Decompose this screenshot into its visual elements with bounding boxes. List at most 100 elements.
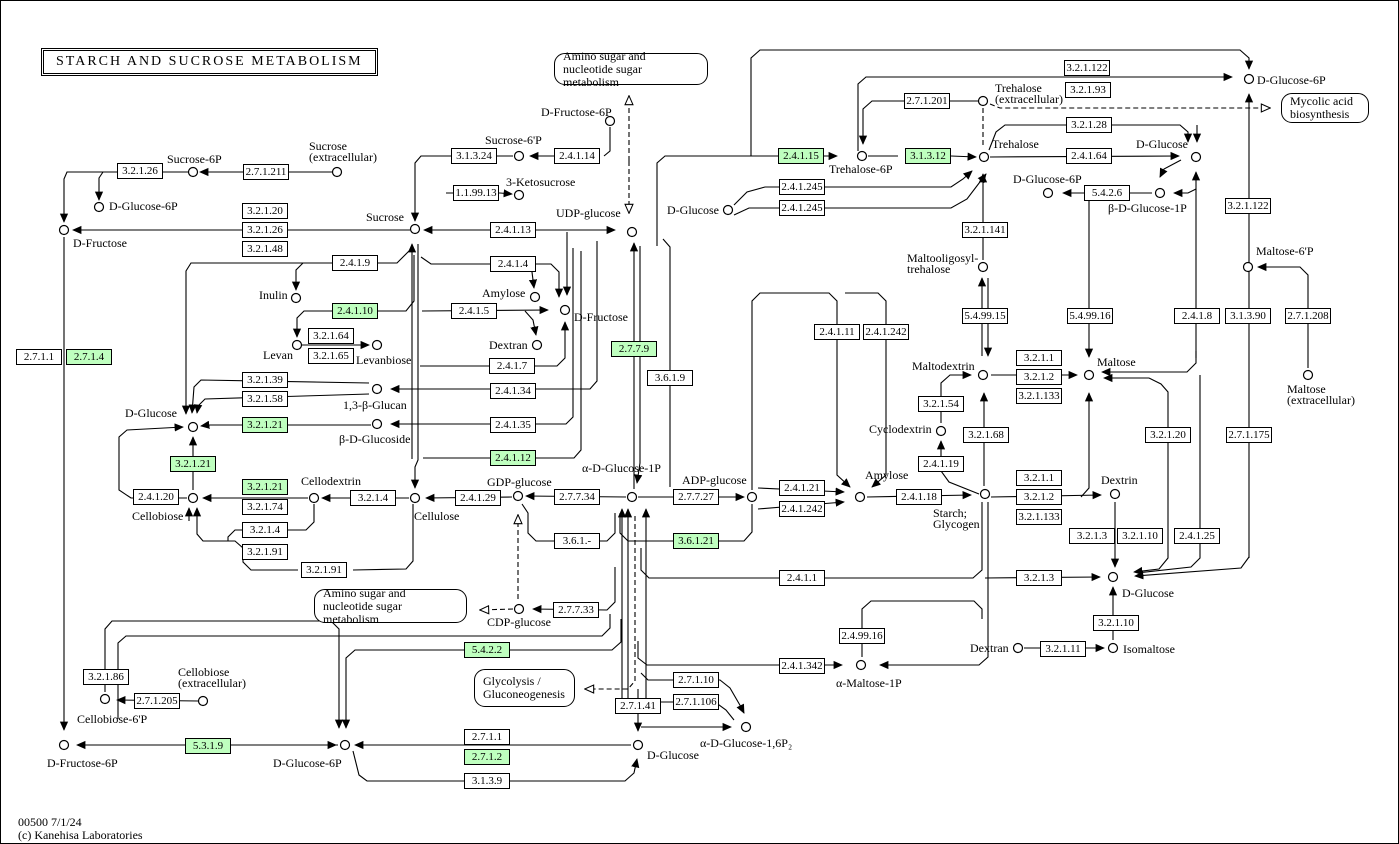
enzyme-box-2.4.1.7[interactable]: 2.4.1.7 <box>489 358 535 374</box>
enzyme-box-2.4.1.12[interactable]: 2.4.1.12 <box>490 450 536 466</box>
enzyme-box-2.4.1.20[interactable]: 2.4.1.20 <box>133 489 179 505</box>
compound-node-sucrose[interactable] <box>409 223 421 235</box>
enzyme-box-3.2.1.58[interactable]: 3.2.1.58 <box>242 391 288 407</box>
enzyme-box-3.1.3.90[interactable]: 3.1.3.90 <box>1225 308 1271 324</box>
compound-node-maltooligosyl-trehalose[interactable] <box>977 261 989 273</box>
enzyme-box-3.2.1.1[interactable]: 3.2.1.1 <box>1016 350 1062 366</box>
enzyme-box-2.4.1.18[interactable]: 2.4.1.18 <box>896 489 942 505</box>
enzyme-box-2.4.1.19[interactable]: 2.4.1.19 <box>918 456 964 472</box>
enzyme-box-2.4.1.9[interactable]: 2.4.1.9 <box>332 255 378 271</box>
compound-node-d-glucose[interactable] <box>722 204 734 216</box>
enzyme-box-2.4.1.245[interactable]: 2.4.1.245 <box>779 200 825 216</box>
enzyme-box-3.2.1.4[interactable]: 3.2.1.4 <box>350 490 396 506</box>
enzyme-box-5.4.99.16[interactable]: 5.4.99.16 <box>1067 308 1113 324</box>
compound-node-dextran[interactable] <box>1012 642 1024 654</box>
enzyme-box-2.4.1.35[interactable]: 2.4.1.35 <box>490 417 536 433</box>
enzyme-box-2.4.1.10[interactable]: 2.4.1.10 <box>332 303 378 319</box>
enzyme-box-2.4.1.29[interactable]: 2.4.1.29 <box>455 490 501 506</box>
compound-node-isomaltose[interactable] <box>1107 642 1119 654</box>
compound-node-maltose-extracellular-[interactable] <box>1302 369 1314 381</box>
enzyme-box-2.7.7.33[interactable]: 2.7.7.33 <box>553 602 599 618</box>
compound-node-d-glucose-6p[interactable] <box>93 201 105 213</box>
enzyme-box-3.2.1.133[interactable]: 3.2.1.133 <box>1016 388 1062 404</box>
enzyme-box-3.2.1.93[interactable]: 3.2.1.93 <box>1065 82 1111 98</box>
enzyme-box-3.6.1.21[interactable]: 3.6.1.21 <box>673 533 719 549</box>
compound-node-beta-d-glucoside[interactable] <box>371 418 383 430</box>
compound-node-d-glucose-6p[interactable] <box>1243 73 1255 85</box>
enzyme-box-3.6.1.-[interactable]: 3.6.1.- <box>554 533 600 549</box>
enzyme-box-2.4.1.15[interactable]: 2.4.1.15 <box>778 148 824 164</box>
enzyme-box-3.2.1.28[interactable]: 3.2.1.28 <box>1066 117 1112 133</box>
enzyme-box-2.7.1.1[interactable]: 2.7.1.1 <box>16 349 62 365</box>
enzyme-box-3.2.1.1[interactable]: 3.2.1.1 <box>1016 470 1062 486</box>
compound-node-d-glucose[interactable] <box>1190 151 1202 163</box>
compound-node-d-glucose[interactable] <box>632 739 644 751</box>
compound-node-starch-glycogen[interactable] <box>979 488 991 500</box>
pathway-link-amino-sugar-and[interactable]: Amino sugar and nucleotide sugar metabol… <box>554 49 708 88</box>
enzyme-box-3.2.1.65[interactable]: 3.2.1.65 <box>308 348 354 364</box>
enzyme-box-2.4.1.21[interactable]: 2.4.1.21 <box>779 480 825 496</box>
enzyme-box-3.6.1.9[interactable]: 3.6.1.9 <box>647 370 693 386</box>
compound-node-d-glucose[interactable] <box>1107 571 1119 583</box>
compound-node-1-3-beta-glucan[interactable] <box>371 383 383 395</box>
enzyme-box-2.7.1.106[interactable]: 2.7.1.106 <box>673 694 719 710</box>
compound-node-trehalose-6p[interactable] <box>856 150 868 162</box>
enzyme-box-3.1.3.9[interactable]: 3.1.3.9 <box>464 773 510 789</box>
enzyme-box-2.7.1.2[interactable]: 2.7.1.2 <box>464 749 510 765</box>
compound-node-inulin[interactable] <box>290 292 302 304</box>
compound-node-d-glucose-6p[interactable] <box>339 739 351 751</box>
compound-node-dextrin[interactable] <box>1109 488 1121 500</box>
enzyme-box-2.7.1.205[interactable]: 2.7.1.205 <box>134 693 180 709</box>
enzyme-box-2.4.1.4[interactable]: 2.4.1.4 <box>490 256 536 272</box>
enzyme-box-2.4.99.16[interactable]: 2.4.99.16 <box>839 628 885 644</box>
compound-node-d-fructose[interactable] <box>58 224 70 236</box>
enzyme-box-3.2.1.21[interactable]: 3.2.1.21 <box>242 479 288 495</box>
enzyme-box-3.2.1.26[interactable]: 3.2.1.26 <box>117 163 163 179</box>
compound-node-adp-glucose[interactable] <box>746 491 758 503</box>
enzyme-box-2.7.7.27[interactable]: 2.7.7.27 <box>673 489 719 505</box>
compound-node-maltodextrin[interactable] <box>977 369 989 381</box>
enzyme-box-3.2.1.74[interactable]: 3.2.1.74 <box>242 499 288 515</box>
enzyme-box-3.2.1.68[interactable]: 3.2.1.68 <box>963 427 1009 443</box>
enzyme-box-3.2.1.4[interactable]: 3.2.1.4 <box>242 522 288 538</box>
compound-node-trehalose-extracellular-[interactable] <box>977 95 989 107</box>
enzyme-box-2.4.1.342[interactable]: 2.4.1.342 <box>779 658 825 674</box>
enzyme-box-2.4.1.14[interactable]: 2.4.1.14 <box>554 148 600 164</box>
enzyme-box-2.4.1.25[interactable]: 2.4.1.25 <box>1174 528 1220 544</box>
compound-node-cdp-glucose[interactable] <box>513 603 525 615</box>
enzyme-box-5.4.2.2[interactable]: 5.4.2.2 <box>464 642 510 658</box>
enzyme-box-3.2.1.133[interactable]: 3.2.1.133 <box>1016 509 1062 525</box>
enzyme-box-2.7.7.9[interactable]: 2.7.7.9 <box>611 341 657 357</box>
enzyme-box-3.2.1.39[interactable]: 3.2.1.39 <box>242 372 288 388</box>
enzyme-box-3.2.1.10[interactable]: 3.2.1.10 <box>1117 528 1163 544</box>
compound-node-sucrose-6p[interactable] <box>187 166 199 178</box>
pathway-link-mycolic-acid[interactable]: Mycolic acid biosynthesis <box>1281 93 1369 123</box>
enzyme-box-2.7.1.201[interactable]: 2.7.1.201 <box>904 93 950 109</box>
enzyme-box-5.3.1.9[interactable]: 5.3.1.9 <box>185 738 231 754</box>
compound-node-cellodextrin[interactable] <box>308 492 320 504</box>
enzyme-box-5.4.99.15[interactable]: 5.4.99.15 <box>962 308 1008 324</box>
enzyme-box-2.4.1.5[interactable]: 2.4.1.5 <box>451 303 497 319</box>
enzyme-box-2.4.1.34[interactable]: 2.4.1.34 <box>490 383 536 399</box>
enzyme-box-2.4.1.1[interactable]: 2.4.1.1 <box>779 570 825 586</box>
enzyme-box-3.2.1.91[interactable]: 3.2.1.91 <box>301 562 347 578</box>
enzyme-box-2.7.1.10[interactable]: 2.7.1.10 <box>673 672 719 688</box>
enzyme-box-2.4.1.245[interactable]: 2.4.1.245 <box>779 179 825 195</box>
compound-node-maltose[interactable] <box>1083 369 1095 381</box>
compound-node-beta-d-glucose-1p[interactable] <box>1154 187 1166 199</box>
compound-node-sucrose-extracellular-[interactable] <box>331 166 343 178</box>
enzyme-box-2.4.1.242[interactable]: 2.4.1.242 <box>779 501 825 517</box>
enzyme-box-2.4.1.242[interactable]: 2.4.1.242 <box>863 324 909 340</box>
compound-node-dextran[interactable] <box>531 339 543 351</box>
enzyme-box-3.2.1.3[interactable]: 3.2.1.3 <box>1016 570 1062 586</box>
enzyme-box-2.7.1.1[interactable]: 2.7.1.1 <box>464 729 510 745</box>
compound-node-d-fructose-6p[interactable] <box>58 739 70 751</box>
enzyme-box-3.1.3.12[interactable]: 3.1.3.12 <box>905 148 951 164</box>
compound-node-cyclodextrin[interactable] <box>935 425 947 437</box>
compound-node-gdp-glucose[interactable] <box>512 490 524 502</box>
enzyme-box-3.2.1.48[interactable]: 3.2.1.48 <box>242 241 288 257</box>
compound-node-3-ketosucrose[interactable] <box>513 189 525 201</box>
enzyme-box-3.2.1.141[interactable]: 3.2.1.141 <box>962 222 1008 238</box>
compound-node-cellobiose-6-p[interactable] <box>99 693 111 705</box>
enzyme-box-3.2.1.2[interactable]: 3.2.1.2 <box>1016 369 1062 385</box>
